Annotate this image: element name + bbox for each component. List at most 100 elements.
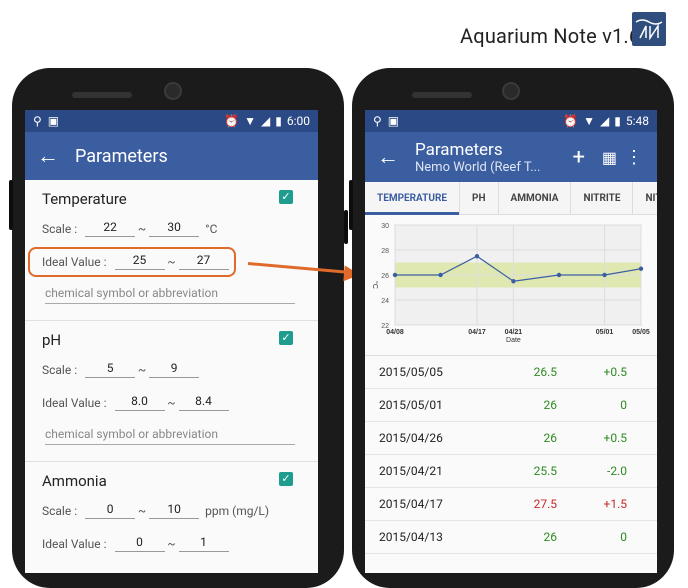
- battery-icon: ▮: [614, 114, 621, 128]
- ideal-label: Ideal Value :: [42, 395, 107, 410]
- alarm-icon: ⏰: [224, 114, 240, 128]
- scale-row: Scale : 0 ~ 10 ppm (mg/L): [42, 502, 270, 519]
- record-date: 2015/05/01: [379, 398, 443, 412]
- page-subtitle: Nemo World (Reef T...: [415, 159, 541, 175]
- alarm-icon: ⏰: [563, 114, 579, 128]
- front-camera: [502, 82, 520, 100]
- ideal-row: Ideal Value : 0 ~ 1: [42, 535, 229, 552]
- record-date: 2015/04/13: [379, 530, 443, 544]
- front-camera: [164, 82, 182, 100]
- speaker: [412, 92, 472, 98]
- enabled-checkbox[interactable]: ✓: [279, 331, 293, 345]
- status-bar: ⚲ ▣ ⏰ ▼ ◢ ▮ 6:00: [25, 110, 318, 132]
- tab-ph[interactable]: PH: [460, 182, 499, 214]
- x-tick-label: 04/08: [386, 329, 404, 336]
- image-notification-icon: ▣: [387, 114, 400, 128]
- scale-min-input[interactable]: 5: [85, 361, 136, 378]
- data-point: [474, 254, 480, 259]
- page-title: Parameters: [415, 139, 503, 160]
- add-icon[interactable]: +: [573, 145, 585, 170]
- scale-row: Scale : 5 ~ 9: [42, 361, 200, 378]
- data-point: [392, 272, 398, 278]
- scale-max-input[interactable]: 9: [149, 361, 200, 378]
- volume-button: [349, 180, 353, 230]
- speaker: [72, 92, 132, 98]
- unit-label: °C: [205, 221, 218, 236]
- param-ammonia: Ammonia ✓ Scale : 0 ~ 10 ppm (mg/L) Idea…: [25, 462, 318, 573]
- app-logo: [632, 12, 666, 46]
- data-point: [438, 272, 443, 278]
- scale-max-input[interactable]: 10: [149, 502, 200, 519]
- calendar-icon[interactable]: ▦: [602, 148, 617, 167]
- signal-icon: ◢: [600, 114, 610, 128]
- data-point: [511, 279, 516, 284]
- param-name: pH: [42, 331, 62, 349]
- record-value: 26: [543, 398, 558, 412]
- left-screen: ⚲ ▣ ⏰ ▼ ◢ ▮ 6:00 ← Parameters Temperature…: [25, 110, 318, 573]
- tab-nitrate[interactable]: NIT: [633, 182, 657, 214]
- data-point: [602, 272, 607, 278]
- record-row[interactable]: 2015/05/01 26 0: [365, 389, 657, 422]
- right-screen: ⚲ ▣ ⏰ ▼ ◢ ▮ 5:48 ← Parameters Nemo World …: [365, 110, 657, 573]
- tab-temperature[interactable]: TEMPERATURE: [365, 182, 460, 215]
- record-diff: -2.0: [607, 464, 627, 478]
- enabled-checkbox[interactable]: ✓: [279, 472, 293, 486]
- record-row[interactable]: 2015/05/05 26.5 +0.5: [365, 356, 657, 389]
- chart-svg: 222426283004/08 04/17 04/21 05/01 05/05Date°…: [371, 223, 650, 344]
- record-value: 25.5: [533, 464, 557, 478]
- x-tick-label: 05/05: [632, 329, 650, 336]
- param-ph: pH ✓ Scale : 5 ~ 9 Ideal Value : 8.0 ~ 8…: [25, 321, 318, 462]
- enabled-checkbox[interactable]: ✓: [279, 190, 293, 204]
- parameter-tabs: TEMPERATURE PH AMMONIA NITRITE NIT: [365, 182, 657, 215]
- ideal-max-input[interactable]: 8.4: [178, 394, 229, 411]
- param-name: Temperature: [42, 190, 127, 208]
- overflow-menu-icon[interactable]: ⋮: [625, 147, 643, 168]
- record-row[interactable]: 2015/04/17 27.5 +1.5: [365, 488, 657, 521]
- scale-max-input[interactable]: 30: [149, 220, 200, 237]
- data-point: [556, 272, 562, 278]
- power-button: [344, 210, 348, 244]
- tab-ammonia[interactable]: AMMONIA: [499, 182, 572, 214]
- tab-nitrite[interactable]: NITRITE: [571, 182, 634, 214]
- app-version-title: Aquarium Note v1.6.3: [460, 24, 658, 48]
- ideal-label: Ideal Value :: [42, 536, 107, 551]
- ideal-row: Ideal Value : 8.0 ~ 8.4: [42, 394, 229, 411]
- record-date: 2015/04/21: [379, 464, 443, 478]
- app-bar: ← Parameters: [25, 132, 318, 180]
- ideal-value-highlight: [28, 247, 236, 277]
- record-row[interactable]: 2015/04/13 26 0: [365, 521, 657, 554]
- back-arrow-icon[interactable]: ←: [377, 144, 401, 170]
- abbreviation-input[interactable]: chemical symbol or abbreviation: [45, 427, 295, 445]
- record-value: 26: [543, 530, 558, 544]
- scale-label: Scale :: [42, 503, 78, 518]
- scale-min-input[interactable]: 22: [85, 220, 136, 237]
- scale-min-input[interactable]: 0: [85, 502, 136, 519]
- image-notification-icon: ▣: [47, 114, 60, 128]
- volume-button: [9, 180, 13, 230]
- scale-label: Scale :: [42, 221, 78, 236]
- record-diff: 0: [620, 530, 627, 544]
- scale-label: Scale :: [42, 362, 78, 377]
- record-date: 2015/05/05: [379, 365, 443, 379]
- signal-icon: ◢: [261, 114, 271, 128]
- record-diff: +1.5: [603, 497, 627, 511]
- page-title: Parameters: [75, 145, 168, 167]
- usb-icon: ⚲: [373, 114, 382, 128]
- ideal-max-input[interactable]: 1: [178, 535, 229, 552]
- usb-icon: ⚲: [33, 114, 42, 128]
- temperature-chart: 22 24 26 28 30 04/08 04/17 04/21 05/01 05/05 Date °…: [365, 215, 657, 356]
- logo-icon: [635, 19, 663, 41]
- abbreviation-input[interactable]: chemical symbol or abbreviation: [45, 286, 295, 304]
- record-diff: +0.5: [603, 365, 627, 379]
- record-date: 2015/04/17: [379, 497, 443, 511]
- record-date: 2015/04/26: [379, 431, 443, 445]
- record-row[interactable]: 2015/04/21 25.5 -2.0: [365, 455, 657, 488]
- y-tick-label: 26: [381, 273, 389, 280]
- ideal-min-input[interactable]: 8.0: [114, 394, 165, 411]
- status-time: 5:48: [625, 114, 649, 128]
- record-diff: +0.5: [603, 431, 627, 445]
- back-arrow-icon[interactable]: ←: [37, 143, 61, 169]
- ideal-min-input[interactable]: 0: [114, 535, 165, 552]
- scale-row: Scale : 22 ~ 30 °C: [42, 220, 218, 237]
- record-row[interactable]: 2015/04/26 26 +0.5: [365, 422, 657, 455]
